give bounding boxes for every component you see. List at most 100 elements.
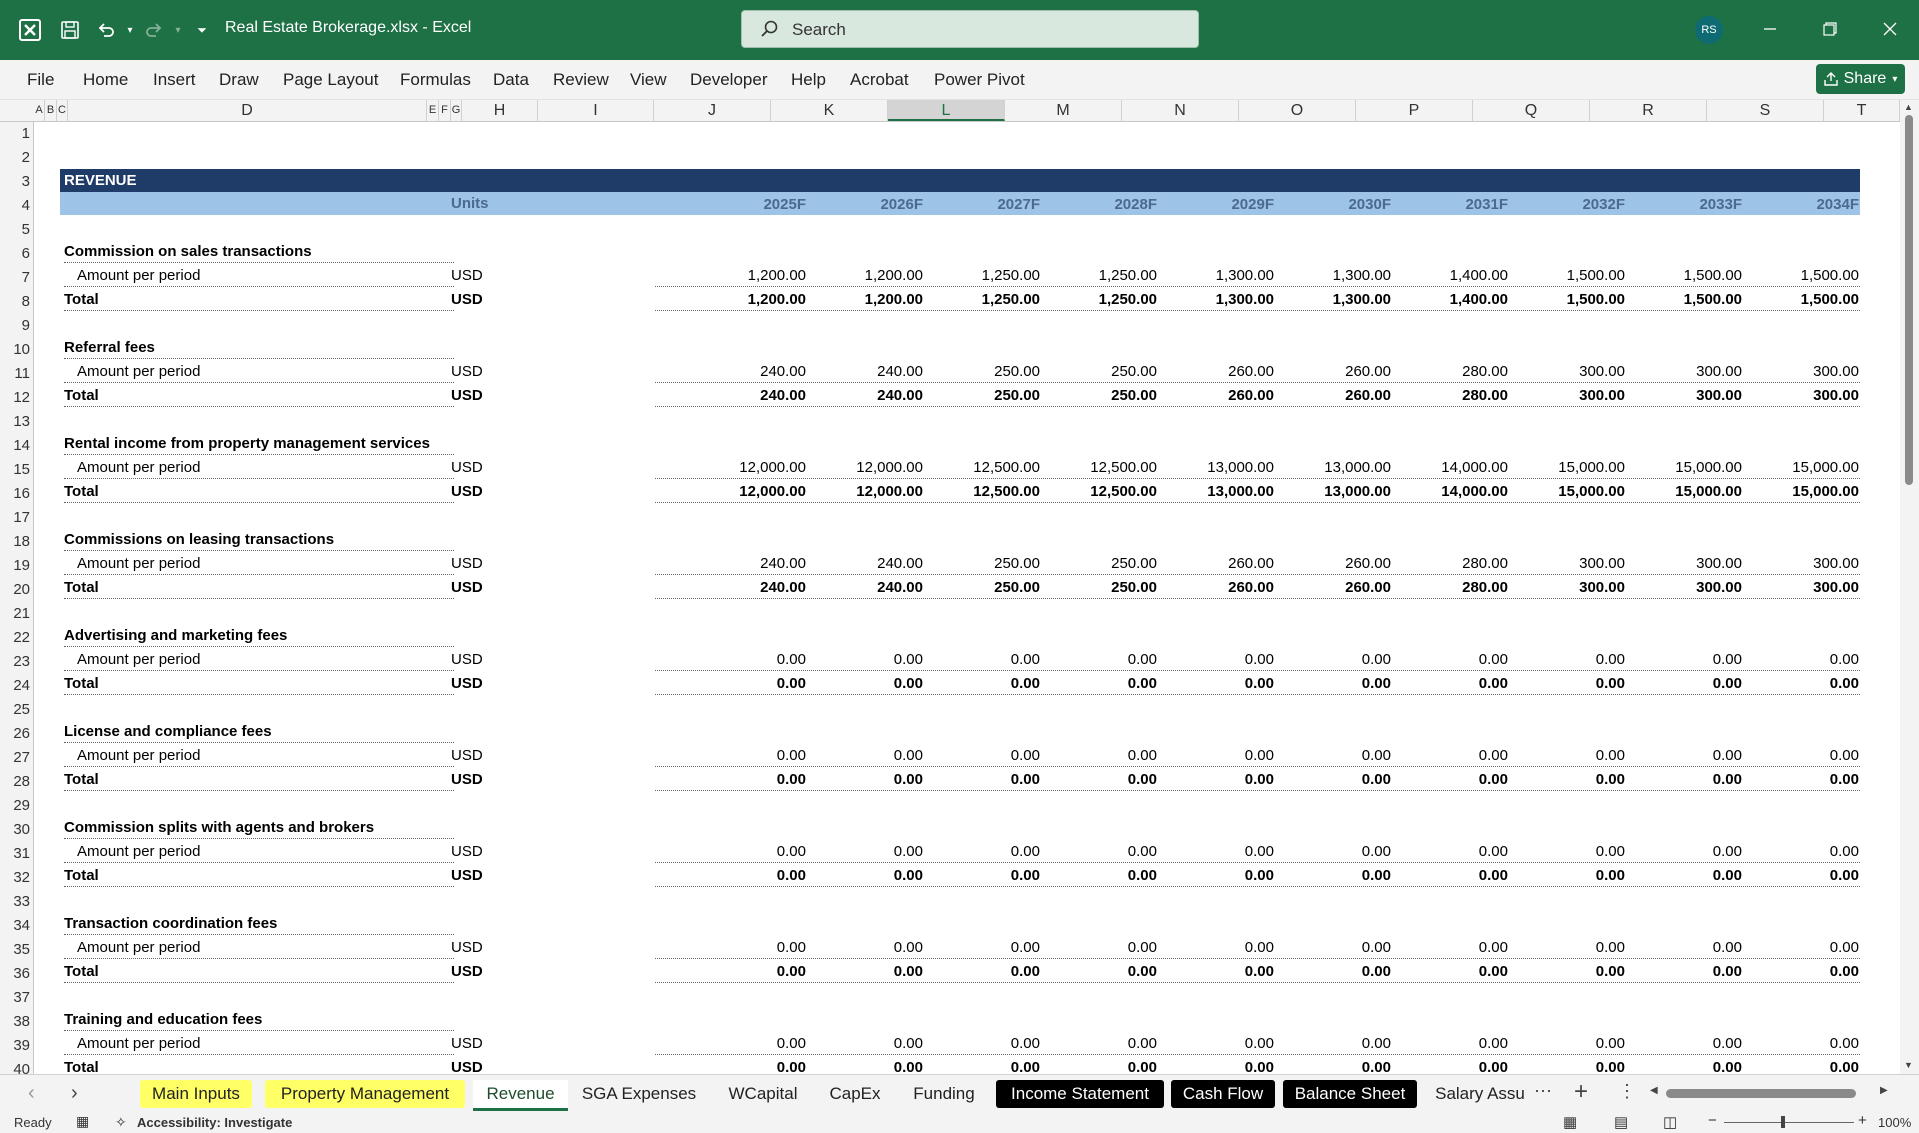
sheet-tab-sga-expenses[interactable]: SGA Expenses <box>574 1080 704 1108</box>
restore-icon[interactable] <box>1815 14 1845 44</box>
zoom-slider-thumb[interactable] <box>1781 1116 1785 1128</box>
scroll-up-icon[interactable]: ▲ <box>1904 102 1913 112</box>
row-header[interactable]: 2 <box>0 149 30 166</box>
column-header-l[interactable]: L <box>888 100 1005 121</box>
column-header-e[interactable]: E <box>427 100 439 121</box>
ribbon-tab-review[interactable]: Review <box>553 70 609 90</box>
column-header-a[interactable]: A <box>34 100 45 121</box>
row-header[interactable]: 28 <box>0 773 30 790</box>
normal-view-icon[interactable]: ▦ <box>1563 1113 1577 1131</box>
column-header-o[interactable]: O <box>1239 100 1356 121</box>
column-header-c[interactable]: C <box>57 100 68 121</box>
sheet-tab-capex[interactable]: CapEx <box>821 1080 889 1108</box>
sheet-tab-property-management[interactable]: Property Management <box>265 1080 465 1108</box>
accessibility-status[interactable]: Accessibility: Investigate <box>137 1115 292 1130</box>
ribbon-tab-developer[interactable]: Developer <box>690 70 768 90</box>
previous-sheet-icon[interactable]: ‹ <box>28 1082 35 1105</box>
customize-toolbar-icon[interactable]: ⏷ <box>190 18 214 42</box>
ribbon-tab-page-layout[interactable]: Page Layout <box>283 70 378 90</box>
row-header[interactable]: 19 <box>0 557 30 574</box>
row-header[interactable]: 25 <box>0 701 30 718</box>
row-header[interactable]: 3 <box>0 173 30 190</box>
row-header[interactable]: 22 <box>0 629 30 646</box>
row-header[interactable]: 37 <box>0 989 30 1006</box>
zoom-out-icon[interactable]: − <box>1708 1112 1717 1129</box>
add-sheet-icon[interactable]: + <box>1574 1078 1588 1106</box>
next-sheet-icon[interactable]: › <box>71 1082 78 1105</box>
column-header-d[interactable]: D <box>68 100 427 121</box>
ribbon-tab-insert[interactable]: Insert <box>153 70 196 90</box>
row-header[interactable]: 16 <box>0 485 30 502</box>
ribbon-tab-help[interactable]: Help <box>791 70 826 90</box>
page-break-view-icon[interactable]: ◫ <box>1663 1113 1677 1131</box>
page-layout-view-icon[interactable]: ▤ <box>1614 1113 1628 1131</box>
row-header[interactable]: 34 <box>0 917 30 934</box>
horizontal-scroll-thumb[interactable] <box>1666 1089 1856 1098</box>
column-header-r[interactable]: R <box>1590 100 1707 121</box>
avatar[interactable]: RS <box>1695 16 1723 44</box>
ribbon-tab-file[interactable]: File <box>27 70 54 90</box>
ribbon-tab-data[interactable]: Data <box>493 70 529 90</box>
row-header[interactable]: 6 <box>0 245 30 262</box>
column-header-n[interactable]: N <box>1122 100 1239 121</box>
row-header[interactable]: 8 <box>0 293 30 310</box>
ribbon-tab-formulas[interactable]: Formulas <box>400 70 471 90</box>
row-header[interactable]: 40 <box>0 1061 30 1074</box>
row-header[interactable]: 23 <box>0 653 30 670</box>
redo-icon[interactable] <box>142 18 166 42</box>
row-header[interactable]: 21 <box>0 605 30 622</box>
share-button[interactable]: Share ▾ <box>1816 64 1905 94</box>
zoom-in-icon[interactable]: + <box>1858 1112 1867 1129</box>
vertical-scroll-thumb[interactable] <box>1905 115 1913 485</box>
column-header-m[interactable]: M <box>1005 100 1122 121</box>
row-header[interactable]: 38 <box>0 1013 30 1030</box>
sheet-tab-wcapital[interactable]: WCapital <box>715 1080 811 1108</box>
column-header-p[interactable]: P <box>1356 100 1473 121</box>
minimize-icon[interactable] <box>1755 14 1785 44</box>
zoom-slider[interactable] <box>1724 1122 1854 1123</box>
sheet-tab-revenue[interactable]: Revenue <box>473 1080 568 1111</box>
sheet-tab-income-statement[interactable]: Income Statement <box>996 1080 1164 1108</box>
sheet-tab-main-inputs[interactable]: Main Inputs <box>140 1080 252 1108</box>
row-header[interactable]: 7 <box>0 269 30 286</box>
undo-icon[interactable] <box>94 18 118 42</box>
tab-options-icon[interactable]: ⋮ <box>1618 1081 1636 1102</box>
row-header[interactable]: 24 <box>0 677 30 694</box>
row-header[interactable]: 12 <box>0 389 30 406</box>
row-header[interactable]: 27 <box>0 749 30 766</box>
row-header[interactable]: 11 <box>0 365 30 382</box>
ribbon-tab-draw[interactable]: Draw <box>219 70 259 90</box>
row-header[interactable]: 20 <box>0 581 30 598</box>
sheet-tab-cash-flow[interactable]: Cash Flow <box>1171 1080 1275 1108</box>
row-header[interactable]: 1 <box>0 125 30 142</box>
row-header[interactable]: 10 <box>0 341 30 358</box>
row-header[interactable]: 14 <box>0 437 30 454</box>
row-header[interactable]: 15 <box>0 461 30 478</box>
column-header-b[interactable]: B <box>45 100 57 121</box>
ribbon-tab-power-pivot[interactable]: Power Pivot <box>934 70 1025 90</box>
scroll-left-icon[interactable]: ◀ <box>1650 1085 1658 1096</box>
row-header[interactable]: 36 <box>0 965 30 982</box>
row-header[interactable]: 17 <box>0 509 30 526</box>
row-header[interactable]: 39 <box>0 1037 30 1054</box>
column-header-g[interactable]: G <box>451 100 462 121</box>
row-header[interactable]: 13 <box>0 413 30 430</box>
column-header-t[interactable]: T <box>1824 100 1900 121</box>
close-icon[interactable] <box>1875 14 1905 44</box>
row-header[interactable]: 32 <box>0 869 30 886</box>
row-header[interactable]: 26 <box>0 725 30 742</box>
row-header[interactable]: 30 <box>0 821 30 838</box>
column-header-k[interactable]: K <box>771 100 888 121</box>
sheet-tab-funding[interactable]: Funding <box>897 1080 991 1108</box>
ribbon-tab-view[interactable]: View <box>630 70 667 90</box>
row-header[interactable]: 5 <box>0 221 30 238</box>
column-header-j[interactable]: J <box>654 100 771 121</box>
row-header[interactable]: 31 <box>0 845 30 862</box>
vertical-scrollbar[interactable]: ▲ ▼ <box>1900 100 1919 1074</box>
sheet-tab-salary-assu[interactable]: Salary Assu <box>1425 1080 1535 1108</box>
row-header[interactable]: 18 <box>0 533 30 550</box>
scroll-right-icon[interactable]: ▶ <box>1880 1085 1888 1096</box>
row-header[interactable]: 33 <box>0 893 30 910</box>
accessibility-icon[interactable]: ✧ <box>115 1114 127 1131</box>
redo-dropdown-icon[interactable]: ▾ <box>166 18 190 42</box>
